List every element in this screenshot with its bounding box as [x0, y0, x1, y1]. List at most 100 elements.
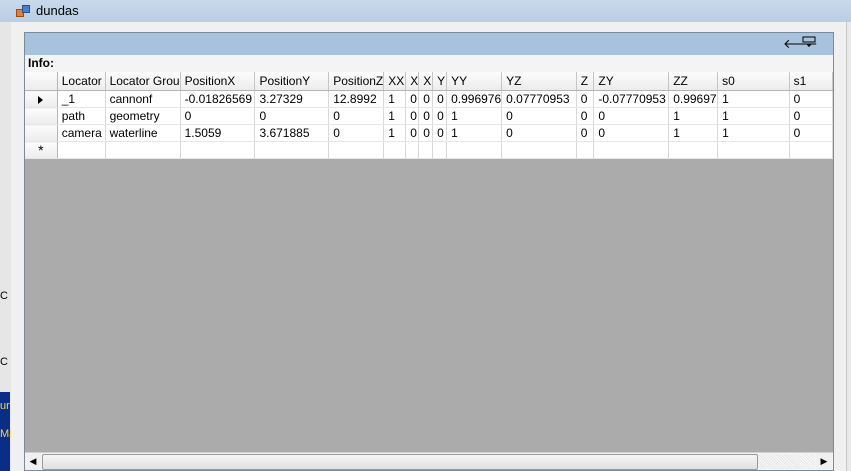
app-icon	[16, 5, 30, 17]
column-header[interactable]: X	[418, 72, 434, 91]
grid-cell[interactable]: 0	[328, 124, 385, 142]
row-header[interactable]	[25, 124, 58, 142]
grid-cell[interactable]: 3.671885	[254, 124, 330, 142]
grid-cell[interactable]: 1	[717, 107, 790, 125]
grid-cell[interactable]	[593, 141, 670, 159]
grid-cell[interactable]	[668, 141, 719, 159]
column-header[interactable]: PositionZ	[328, 72, 385, 91]
column-header[interactable]: s1	[789, 72, 834, 91]
grid-cell[interactable]: 1	[446, 124, 503, 142]
grid-cell[interactable]	[501, 141, 577, 159]
horizontal-scrollbar[interactable]: ◀ ▶	[25, 452, 833, 470]
grid-cell[interactable]: 0	[432, 107, 448, 125]
new-row[interactable]: *	[25, 141, 834, 159]
scrollbar-thumb[interactable]	[42, 454, 758, 470]
grid-cell[interactable]: 1.5059	[180, 124, 256, 142]
grid-cell[interactable]	[328, 141, 385, 159]
grid-cell[interactable]: 12.8992	[328, 90, 385, 108]
grid-cell[interactable]	[105, 141, 181, 159]
column-header[interactable]: YZ	[501, 72, 577, 91]
grid-cell[interactable]: 0	[254, 107, 330, 125]
grid-cell[interactable]: _1	[57, 90, 106, 108]
grid-cell[interactable]: 0	[405, 90, 420, 108]
column-header[interactable]: XX	[383, 72, 407, 91]
grid-cell[interactable]: 0	[405, 107, 420, 125]
grid-cell[interactable]: 3.27329	[254, 90, 330, 108]
grid-cell[interactable]: 1	[383, 107, 407, 125]
grid-cell[interactable]: -0.07770953	[593, 90, 670, 108]
grid-cell[interactable]: 0.996976	[446, 90, 503, 108]
row-header[interactable]	[25, 107, 58, 125]
row-header-current[interactable]	[25, 90, 58, 108]
grid-cell[interactable]: 0	[576, 90, 595, 108]
table-row[interactable]: path geometry 0 0 0 1 0 0 0 1 0 0 0 1 1 …	[25, 107, 834, 125]
grid-cell[interactable]	[432, 141, 448, 159]
grid-cell[interactable]: 1	[383, 90, 407, 108]
grid-cell[interactable]: 0	[593, 107, 670, 125]
grid-cell[interactable]: 0	[576, 124, 595, 142]
grid-cell[interactable]	[405, 141, 420, 159]
grid-cell[interactable]: 1	[383, 124, 407, 142]
grid-cell[interactable]	[180, 141, 256, 159]
grid-cell[interactable]: 0	[432, 90, 448, 108]
data-grid: Locator Locator Grou PositionX PositionY…	[25, 72, 834, 159]
grid-cell[interactable]: 0	[501, 124, 577, 142]
title-bar: dundas	[0, 0, 851, 23]
column-header[interactable]: s0	[717, 72, 790, 91]
column-header[interactable]: PositionX	[180, 72, 256, 91]
grid-cell[interactable]: 0	[328, 107, 385, 125]
grid-cell[interactable]: path	[57, 107, 106, 125]
grid-cell[interactable]	[418, 141, 434, 159]
grid-cell[interactable]: 0	[405, 124, 420, 142]
grid-cell[interactable]: waterline	[105, 124, 181, 142]
grid-cell[interactable]: 0	[501, 107, 577, 125]
column-header[interactable]: ZY	[593, 72, 670, 91]
column-header[interactable]: Locator	[57, 72, 106, 91]
column-header[interactable]: ZZ	[668, 72, 719, 91]
grid-cell[interactable]	[789, 141, 834, 159]
grid-cell[interactable]	[383, 141, 407, 159]
column-header[interactable]: Z	[576, 72, 595, 91]
scroll-left-arrow-icon[interactable]: ◀	[25, 453, 41, 470]
grid-cell[interactable]: cannonf	[105, 90, 181, 108]
scrollbar-track[interactable]	[758, 454, 815, 469]
grid-cell[interactable]	[576, 141, 595, 159]
grid-cell[interactable]: 1	[668, 124, 719, 142]
grid-cell[interactable]: 0	[789, 107, 834, 125]
grid-cell[interactable]	[57, 141, 106, 159]
column-header[interactable]: X	[405, 72, 420, 91]
grid-cell[interactable]: 0	[576, 107, 595, 125]
grid-cell[interactable]: 0.07770953	[501, 90, 577, 108]
grid-cell[interactable]: 1	[446, 107, 503, 125]
window-title: dundas	[36, 3, 79, 18]
column-header[interactable]: YY	[446, 72, 503, 91]
column-header[interactable]: Y	[432, 72, 448, 91]
scroll-right-arrow-icon[interactable]: ▶	[816, 453, 832, 470]
grid-cell[interactable]: 0	[593, 124, 670, 142]
grid-cell[interactable]: 0	[789, 124, 834, 142]
grid-cell[interactable]: 0	[432, 124, 448, 142]
new-row-asterisk-icon: *	[38, 141, 44, 158]
grid-cell[interactable]	[254, 141, 330, 159]
grid-cell[interactable]: 0	[418, 90, 434, 108]
table-row[interactable]: camera waterline 1.5059 3.671885 0 1 0 0…	[25, 124, 834, 142]
new-row-header[interactable]: *	[25, 141, 58, 159]
grid-cell[interactable]	[717, 141, 790, 159]
grid-cell[interactable]: 1	[717, 90, 790, 108]
grid-cell[interactable]: 0	[180, 107, 256, 125]
column-header[interactable]: PositionY	[254, 72, 330, 91]
grid-cell[interactable]: 1	[717, 124, 790, 142]
back-arrow-icon[interactable]: 🡐	[783, 36, 818, 52]
grid-cell[interactable]: 1	[668, 107, 719, 125]
grid-cell[interactable]: geometry	[105, 107, 181, 125]
column-header[interactable]: Locator Grou	[105, 72, 181, 91]
grid-cell[interactable]: 0	[789, 90, 834, 108]
grid-cell[interactable]: 0	[418, 124, 434, 142]
table-row[interactable]: _1 cannonf -0.01826569 3.27329 12.8992 1…	[25, 90, 834, 108]
grid-cell[interactable]: camera	[57, 124, 106, 142]
grid-cell[interactable]: 0.99697	[668, 90, 719, 108]
dropdown-menu-icon[interactable]	[801, 36, 817, 52]
grid-cell[interactable]: 0	[418, 107, 434, 125]
grid-cell[interactable]: -0.01826569	[180, 90, 256, 108]
grid-cell[interactable]	[446, 141, 503, 159]
